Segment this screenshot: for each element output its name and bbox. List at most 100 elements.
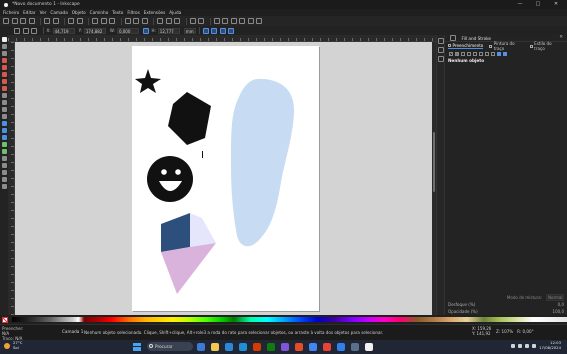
new-document-icon[interactable] (3, 18, 9, 24)
chevron-up-icon[interactable] (511, 343, 516, 348)
import-icon[interactable] (44, 18, 50, 24)
wifi-icon[interactable] (518, 343, 523, 348)
layers-icon[interactable] (230, 18, 237, 24)
group-icon[interactable] (189, 18, 196, 24)
freehand-blob-shape[interactable] (230, 78, 295, 247)
rectangle-tool-icon[interactable] (1, 58, 7, 63)
paste-icon[interactable] (109, 18, 115, 24)
zoom-value[interactable]: Z: 107% (496, 329, 513, 334)
duplicate-icon[interactable] (157, 18, 163, 24)
file-explorer-icon[interactable] (211, 342, 219, 351)
y-field[interactable]: 174,882 (83, 27, 106, 34)
canvas[interactable] (15, 42, 436, 315)
fill-rule-button[interactable] (497, 51, 501, 56)
gradient-tool-icon[interactable] (1, 142, 7, 147)
move-patterns-icon[interactable] (228, 27, 235, 34)
spiral-tool-icon[interactable] (1, 86, 7, 91)
smiley-face-shape[interactable] (147, 156, 193, 202)
pencil-tool-icon[interactable] (1, 93, 7, 98)
dock-objects-icon[interactable] (437, 56, 444, 62)
no-color-swatch[interactable] (2, 316, 8, 323)
minimize-button[interactable]: — (511, 0, 529, 9)
menu-layer[interactable]: Camada (50, 10, 67, 15)
store-icon[interactable] (239, 342, 247, 351)
taskbar-search[interactable]: Procurar (147, 342, 193, 351)
eraser-tool-icon[interactable] (1, 128, 7, 133)
inkscape-taskbar-icon[interactable] (365, 342, 373, 351)
no-paint-button[interactable] (449, 51, 453, 56)
ellipse-tool-icon[interactable] (1, 72, 7, 77)
preferences-icon[interactable] (256, 18, 262, 24)
mesh-gradient-button[interactable] (473, 51, 477, 56)
blur-value[interactable]: 0,0 (558, 302, 564, 307)
unset-paint-button[interactable] (491, 51, 495, 56)
node-tool-icon[interactable] (1, 44, 7, 49)
layer-indicator[interactable]: Camada 1 (62, 329, 83, 334)
select-all-icon[interactable] (14, 27, 20, 34)
linear-gradient-button[interactable] (461, 51, 465, 56)
start-button[interactable] (133, 342, 141, 351)
palette-swatches[interactable] (12, 317, 567, 322)
pages-tool-icon[interactable] (1, 184, 7, 189)
menu-file[interactable]: Ficheiro (3, 10, 19, 15)
xbox-icon[interactable] (267, 342, 275, 351)
dropper-tool-icon[interactable] (1, 156, 7, 161)
pentagon-shape[interactable] (168, 92, 211, 145)
scale-corners-icon[interactable] (211, 27, 218, 34)
zoom-drawing-icon[interactable] (133, 18, 139, 24)
edge-icon[interactable] (225, 342, 233, 351)
pen-tool-icon[interactable] (1, 100, 7, 105)
task-view-icon[interactable] (197, 342, 205, 351)
open-icon[interactable] (11, 18, 18, 24)
clock[interactable]: 12:03 17/08/2024 (539, 340, 561, 350)
save-icon[interactable] (20, 18, 26, 24)
dock-layers-icon[interactable] (437, 47, 444, 53)
redo-icon[interactable] (76, 18, 83, 24)
x-field[interactable]: 44,719 (52, 27, 75, 34)
select-all-layers-icon[interactable] (22, 27, 29, 34)
scrollbar-thumb[interactable] (433, 132, 435, 192)
connector-tool-icon[interactable] (1, 163, 7, 168)
zoom-selection-icon[interactable] (124, 18, 131, 24)
height-field[interactable]: 12,777 (157, 27, 180, 34)
move-gradients-icon[interactable] (219, 27, 226, 34)
tab-fill[interactable]: Preenchimento (448, 43, 484, 49)
app-icon[interactable] (323, 342, 331, 351)
zoom-page-icon[interactable] (141, 18, 148, 24)
radial-gradient-button[interactable] (467, 51, 471, 56)
xml-editor-icon[interactable] (239, 18, 245, 24)
fill-stroke-icon[interactable] (213, 18, 220, 24)
width-field[interactable]: 0,000 (116, 27, 139, 34)
measure-tool-icon[interactable] (1, 177, 7, 182)
export-icon[interactable] (52, 18, 59, 24)
lock-ratio-icon[interactable] (142, 27, 149, 34)
scale-stroke-icon[interactable] (202, 27, 209, 34)
tab-stroke-paint[interactable]: Pintura do traço (489, 41, 523, 51)
menu-help[interactable]: Ajuda (169, 10, 181, 15)
3d-box-shape[interactable] (161, 213, 216, 294)
tweak-tool-icon[interactable] (1, 51, 7, 56)
menu-filters[interactable]: Filtros (127, 10, 139, 15)
deselect-icon[interactable] (31, 27, 37, 34)
volume-icon[interactable] (525, 343, 530, 348)
zoom-tool-icon[interactable] (1, 170, 7, 175)
menu-object[interactable]: Objeto (72, 10, 86, 15)
calligraphy-tool-icon[interactable] (1, 107, 7, 112)
menu-view[interactable]: Ver (40, 10, 47, 15)
star-tool-icon[interactable] (1, 79, 7, 84)
maximize-button[interactable]: □ (529, 0, 547, 9)
chrome-icon[interactable] (309, 342, 317, 351)
ungroup-icon[interactable] (198, 18, 204, 24)
horizontal-ruler[interactable] (8, 35, 436, 42)
menu-edit[interactable]: Editar (23, 10, 35, 15)
flat-color-button[interactable] (455, 51, 459, 56)
office-icon[interactable] (253, 342, 261, 351)
menu-path[interactable]: Caminho (90, 10, 109, 15)
selector-tool-icon[interactable] (1, 37, 7, 42)
unlink-clone-icon[interactable] (174, 18, 180, 24)
word-icon[interactable] (337, 342, 345, 351)
star-shape[interactable] (135, 69, 161, 93)
mesh-tool-icon[interactable] (1, 149, 7, 154)
cut-icon[interactable] (100, 18, 107, 24)
swatch-button[interactable] (485, 51, 489, 56)
